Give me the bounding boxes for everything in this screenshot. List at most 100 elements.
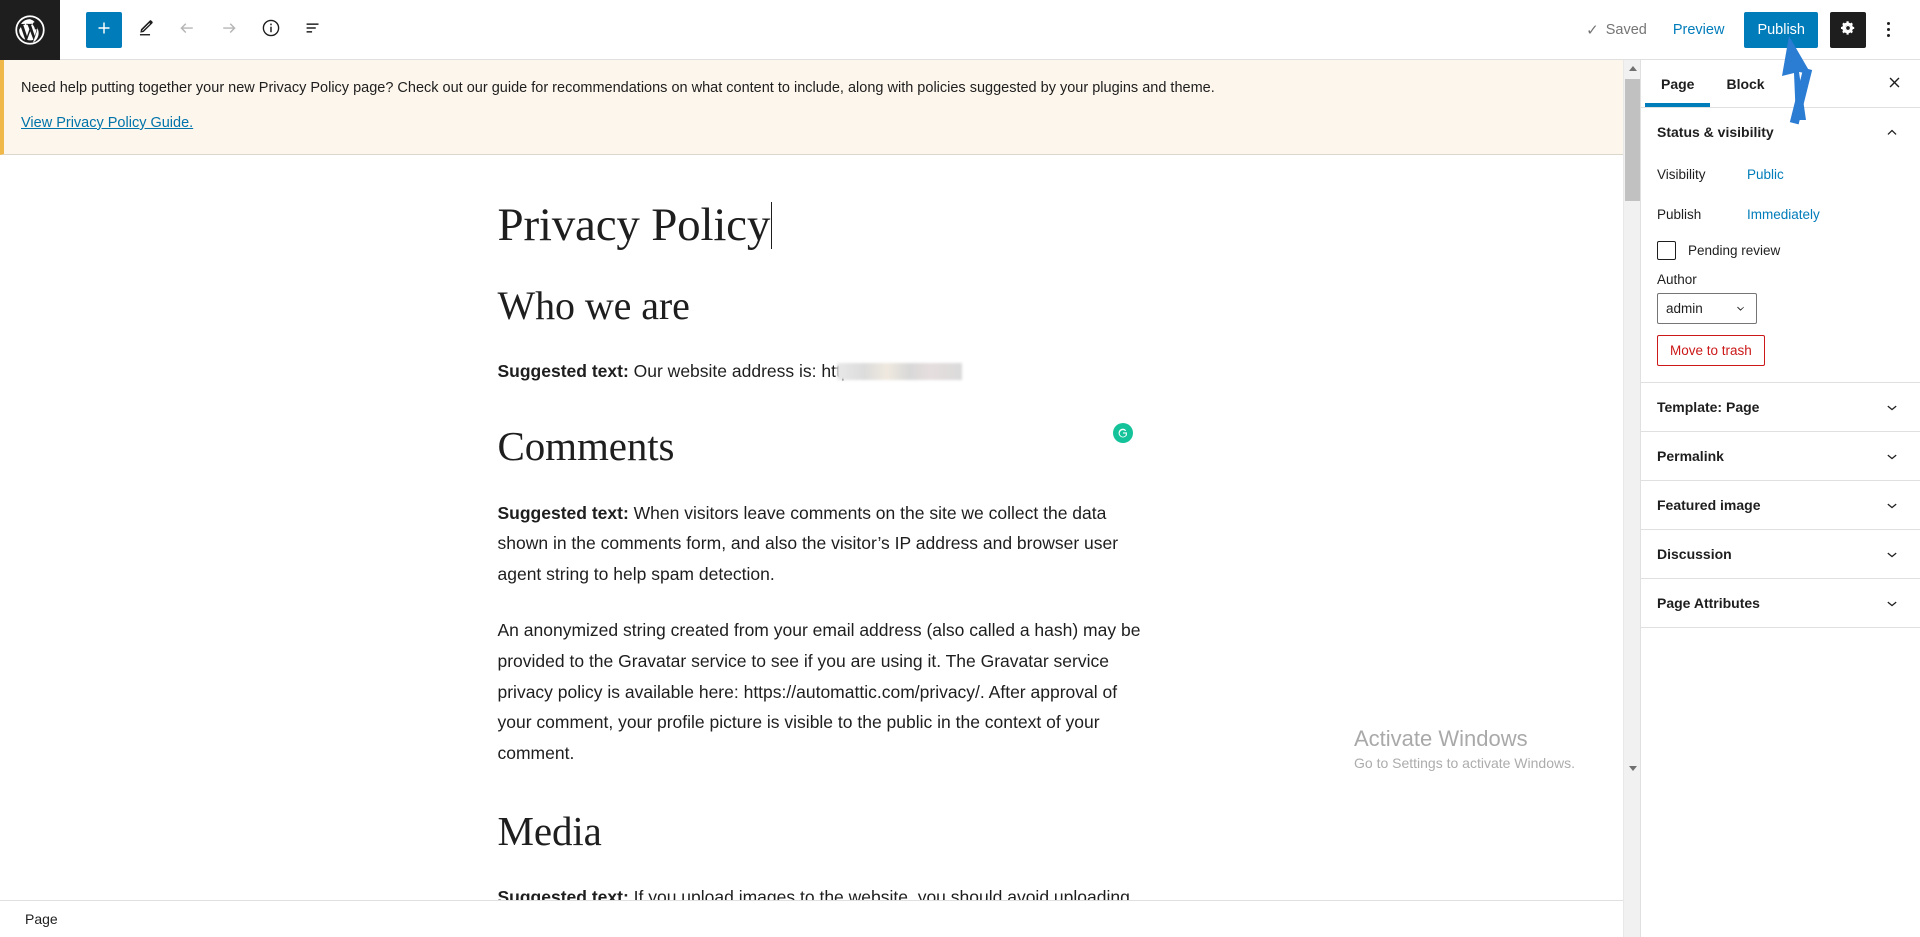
page-title-text: Privacy Policy xyxy=(497,198,771,251)
author-label: Author xyxy=(1657,272,1697,287)
publish-date-button[interactable]: Immediately xyxy=(1747,207,1820,222)
pending-review-checkbox[interactable] xyxy=(1657,241,1676,260)
settings-sidebar: Page Block Status & visibility Visibilit… xyxy=(1640,60,1920,937)
heading-block-media[interactable]: Media xyxy=(498,807,1143,856)
panel-permalink: Permalink xyxy=(1641,432,1920,481)
wordpress-block-editor: ✓ Saved Preview Publish Need help puttin… xyxy=(0,0,1920,937)
edit-tools-button[interactable] xyxy=(126,11,164,49)
page-title-field[interactable]: Privacy Policy xyxy=(498,198,773,252)
pencil-icon xyxy=(134,17,156,42)
publish-label: Publish xyxy=(1657,206,1702,222)
redo-arrow-icon xyxy=(218,17,240,42)
suggested-text-prefix: Suggested text: xyxy=(497,360,629,381)
chevron-down-icon xyxy=(1880,444,1904,468)
header-right-toolbar: ✓ Saved Preview Publish xyxy=(1574,11,1920,48)
row-pending-review: Pending review xyxy=(1657,241,1904,260)
undo-button[interactable] xyxy=(168,11,206,49)
editor-bottom-bar: Page xyxy=(0,900,1640,937)
chevron-up-icon xyxy=(1880,120,1904,144)
view-privacy-policy-guide-link[interactable]: View Privacy Policy Guide. xyxy=(21,115,193,131)
add-block-button[interactable] xyxy=(86,11,122,48)
panel-title: Template: Page xyxy=(1657,399,1760,415)
panel-permalink-header[interactable]: Permalink xyxy=(1641,432,1920,480)
panel-title: Page Attributes xyxy=(1657,595,1760,611)
chevron-down-icon xyxy=(1880,493,1904,517)
panel-status-body: Visibility Public Publish Immediately Pe… xyxy=(1641,156,1920,382)
row-publish-date: Publish Immediately xyxy=(1657,196,1904,232)
windows-activation-watermark: Activate Windows Go to Settings to activ… xyxy=(1354,725,1575,774)
move-to-trash-button[interactable]: Move to trash xyxy=(1657,335,1765,366)
row-visibility: Visibility Public xyxy=(1657,156,1904,192)
grammarly-button[interactable] xyxy=(1113,422,1133,443)
details-button[interactable] xyxy=(252,11,290,49)
visibility-value-button[interactable]: Public xyxy=(1747,167,1784,182)
saved-label: Saved xyxy=(1605,21,1647,38)
panel-title: Discussion xyxy=(1657,546,1732,562)
panel-discussion: Discussion xyxy=(1641,530,1920,579)
wordpress-logo-icon xyxy=(15,14,45,45)
panel-discussion-header[interactable]: Discussion xyxy=(1641,530,1920,578)
panel-page-attributes-header[interactable]: Page Attributes xyxy=(1641,579,1920,627)
close-icon xyxy=(1886,74,1903,94)
wordpress-logo-button[interactable] xyxy=(0,0,60,60)
panel-template-header[interactable]: Template: Page xyxy=(1641,383,1920,431)
plus-icon xyxy=(93,17,115,42)
watermark-title: Activate Windows xyxy=(1354,725,1528,751)
paragraph-block-gravatar[interactable]: An anonymized string created from your e… xyxy=(498,615,1143,768)
breadcrumb: Page xyxy=(25,911,58,927)
saved-status: ✓ Saved xyxy=(1574,12,1659,48)
panel-title: Featured image xyxy=(1657,497,1761,513)
author-select[interactable]: admin xyxy=(1657,293,1757,324)
watermark-subtitle: Go to Settings to activate Windows. xyxy=(1354,755,1575,772)
suggested-text-prefix: Suggested text: xyxy=(497,502,629,523)
preview-button[interactable]: Preview xyxy=(1659,12,1739,48)
panel-template: Template: Page xyxy=(1641,383,1920,432)
settings-button[interactable] xyxy=(1830,11,1866,48)
scroll-up-arrow-icon[interactable] xyxy=(1624,60,1641,77)
panel-featured-image: Featured image xyxy=(1641,481,1920,530)
list-view-button[interactable] xyxy=(294,11,332,49)
list-view-icon xyxy=(302,17,324,42)
redacted-url-blur xyxy=(836,362,962,380)
privacy-policy-notice: Need help putting together your new Priv… xyxy=(0,60,1640,155)
header-left-toolbar xyxy=(60,11,332,49)
paragraph-block-comments-data[interactable]: Suggested text: When visitors leave comm… xyxy=(498,498,1143,590)
publish-button[interactable]: Publish xyxy=(1744,11,1818,48)
sidebar-tabs: Page Block xyxy=(1641,60,1920,108)
heading-block-comments[interactable]: Comments xyxy=(498,422,1143,471)
author-selected-value: admin xyxy=(1666,301,1703,316)
panel-status-header[interactable]: Status & visibility xyxy=(1641,108,1920,156)
tab-block[interactable]: Block xyxy=(1710,60,1780,107)
close-sidebar-button[interactable] xyxy=(1876,66,1912,102)
paragraph-block-website-address[interactable]: Suggested text: Our website address is: … xyxy=(498,356,1143,387)
panel-featured-image-header[interactable]: Featured image xyxy=(1641,481,1920,529)
scrollbar-thumb[interactable] xyxy=(1625,79,1640,201)
scroll-down-arrow-icon[interactable] xyxy=(1624,760,1641,777)
check-icon: ✓ xyxy=(1586,21,1599,39)
panel-status-and-visibility: Status & visibility Visibility Public Pu… xyxy=(1641,108,1920,383)
chevron-down-icon xyxy=(1880,542,1904,566)
chevron-down-icon xyxy=(1880,395,1904,419)
panel-title: Status & visibility xyxy=(1657,124,1774,140)
editor-region: Need help putting together your new Priv… xyxy=(0,60,1640,937)
chevron-down-icon xyxy=(1880,591,1904,615)
redo-button[interactable] xyxy=(210,11,248,49)
more-options-button[interactable] xyxy=(1870,12,1906,48)
editor-canvas[interactable]: Privacy Policy Who we are Suggested text… xyxy=(0,154,1640,937)
gear-icon xyxy=(1838,18,1858,41)
chevron-down-icon xyxy=(1733,301,1748,316)
text-caret xyxy=(771,201,773,249)
grammarly-g-icon xyxy=(1116,426,1130,440)
heading-block-who-we-are[interactable]: Who we are xyxy=(498,282,1143,330)
undo-arrow-icon xyxy=(176,17,198,42)
editor-header: ✓ Saved Preview Publish xyxy=(0,0,1920,60)
visibility-label: Visibility xyxy=(1657,166,1706,182)
tab-page[interactable]: Page xyxy=(1645,60,1711,107)
info-circle-icon xyxy=(260,17,282,42)
editor-vertical-scrollbar[interactable] xyxy=(1623,60,1641,937)
post-content: Privacy Policy Who we are Suggested text… xyxy=(498,155,1143,913)
paragraph-text: Our website address is: http xyxy=(628,360,851,381)
panel-page-attributes: Page Attributes xyxy=(1641,579,1920,628)
notice-text: Need help putting together your new Priv… xyxy=(21,80,1215,96)
pending-review-label[interactable]: Pending review xyxy=(1688,243,1780,258)
